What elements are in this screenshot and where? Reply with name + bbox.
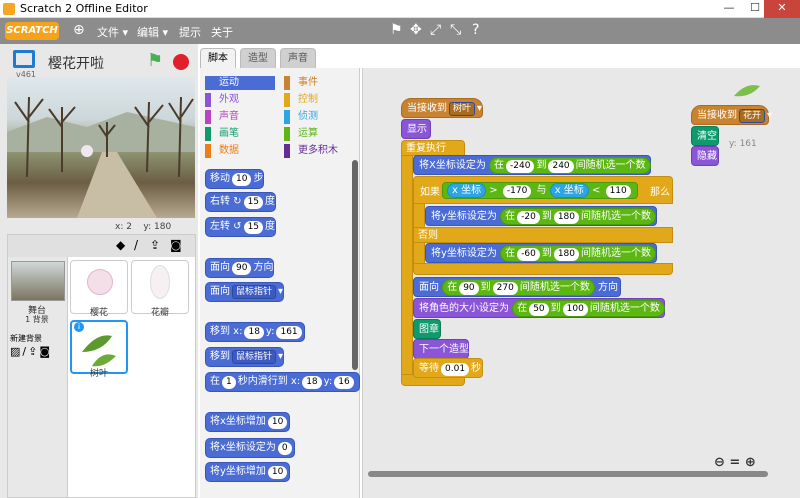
- project-name[interactable]: 樱花开啦: [48, 53, 104, 73]
- camera-icon[interactable]: ◙: [170, 238, 182, 252]
- if-else-bottom: [413, 263, 673, 275]
- block-change-y[interactable]: 将y坐标增加 10: [205, 462, 291, 482]
- category-1[interactable]: 事件: [284, 76, 354, 90]
- block-turn-right[interactable]: 右转 ↻ 15 度: [205, 192, 277, 212]
- forever-top[interactable]: 重复执行: [401, 140, 465, 156]
- block-goto-target[interactable]: 移到 鼠标指针 ▾: [205, 347, 285, 367]
- brush-icon[interactable]: /: [134, 238, 138, 252]
- stage-canvas[interactable]: [7, 77, 195, 218]
- sprite-name-petal: 花瓣: [150, 308, 169, 318]
- tab-sounds[interactable]: 声音: [280, 48, 316, 68]
- paint-bucket-icon[interactable]: ◆: [116, 238, 125, 252]
- sprite-pane: ◆ / ⇪ ◙ 舞台 1 背景 新建背景 ▨/⇪◙ 樱花 花瓣 i 树叶: [7, 234, 196, 498]
- globe-icon[interactable]: ⊕: [73, 22, 85, 38]
- category-0[interactable]: 运动: [205, 76, 275, 90]
- block-next-costume[interactable]: 下一个造型: [413, 339, 469, 359]
- stage-thumbnail[interactable]: [11, 261, 65, 301]
- block-set-size-random[interactable]: 将角色的大小设定为 在 50 到 100 间随机选一个数: [413, 298, 665, 318]
- green-flag-icon[interactable]: ⚑: [147, 50, 163, 71]
- sprite-name-leaf: 树叶: [89, 369, 108, 379]
- category-8[interactable]: 数据: [205, 144, 275, 158]
- block-set-y-random-1[interactable]: 将y坐标设定为 在 -20 到 180 间随机选一个数: [425, 206, 657, 226]
- shrink-tool-icon[interactable]: ⤡: [450, 22, 461, 38]
- fullscreen-icon[interactable]: [13, 50, 35, 68]
- palette-scrollbar[interactable]: [352, 160, 358, 370]
- sprite-y-readout: y: 161: [729, 139, 757, 149]
- hat-when-receive-leaf[interactable]: 当接收到 树叶 ▾: [401, 98, 483, 118]
- block-goto-xy[interactable]: 移到 x: 18 y: 161: [205, 322, 305, 342]
- grow-tool-icon[interactable]: ⤢: [430, 22, 441, 38]
- block-set-x[interactable]: 将x坐标设定为 0: [205, 438, 295, 458]
- block-point-random[interactable]: 面向 在 90 到 270 间随机选一个数 方向: [413, 277, 621, 297]
- tab-scripts[interactable]: 脚本: [200, 48, 236, 68]
- menu-tips[interactable]: 提示: [179, 24, 201, 40]
- block-show[interactable]: 显示: [401, 119, 431, 139]
- menu-edit[interactable]: 编辑 ▾: [137, 24, 168, 40]
- window-title: Scratch 2 Offline Editor: [20, 2, 148, 15]
- leaf-decoration-icon: [734, 85, 760, 97]
- if-arm: [413, 203, 425, 228]
- block-glide[interactable]: 在 1 秒内滑行到 x: 18 y: 16: [205, 372, 360, 392]
- minimize-button[interactable]: —: [716, 0, 742, 18]
- category-3[interactable]: 控制: [284, 93, 354, 107]
- category-5[interactable]: 侦测: [284, 110, 354, 124]
- else-bar: 否则: [413, 227, 673, 243]
- hat-when-receive-blossom[interactable]: 当接收到 花开 ▾: [691, 105, 772, 125]
- backdrop-count: 1 背景: [25, 315, 49, 324]
- petal-thumbnail: [150, 265, 170, 299]
- block-wait[interactable]: 等待 0.01 秒: [413, 358, 483, 378]
- sprite-pane-header: ◆ / ⇪ ◙: [8, 235, 195, 257]
- sprite-name-blossom: 樱花: [89, 308, 108, 318]
- menu-bar: SCRATCH ⊕ 文件 ▾ 编辑 ▾ 提示 关于 ⚑ ✥ ⤢ ⤡ ?: [0, 18, 800, 44]
- cut-tool-icon[interactable]: ✥: [410, 22, 422, 38]
- info-icon[interactable]: i: [74, 322, 84, 332]
- category-9[interactable]: 更多积木: [284, 144, 354, 158]
- else-arm: [413, 242, 425, 264]
- stage-scene: [7, 96, 195, 218]
- category-7[interactable]: 运算: [284, 127, 354, 141]
- block-clear[interactable]: 清空: [691, 126, 719, 146]
- scratch-logo[interactable]: SCRATCH: [5, 22, 59, 40]
- title-bar: Scratch 2 Offline Editor — ☐ ✕: [0, 0, 800, 18]
- upload-icon[interactable]: ⇪: [150, 238, 160, 252]
- app-icon: [3, 3, 15, 15]
- block-stamp[interactable]: 图章: [413, 319, 441, 339]
- close-button[interactable]: ✕: [764, 0, 800, 18]
- forever-arm: [401, 155, 413, 375]
- block-move[interactable]: 移动 10 步: [205, 169, 265, 189]
- block-turn-left[interactable]: 左转 ↺ 15 度: [205, 217, 277, 237]
- menu-file[interactable]: 文件 ▾: [97, 24, 128, 40]
- menu-about[interactable]: 关于: [211, 24, 233, 40]
- block-point-direction[interactable]: 面向 90 方向: [205, 258, 275, 278]
- block-change-x[interactable]: 将x坐标增加 10: [205, 412, 291, 432]
- zoom-controls[interactable]: ⊖ = ⊕: [714, 455, 756, 470]
- block-set-y-random-2[interactable]: 将y坐标设定为 在 -60 到 180 间随机选一个数: [425, 243, 657, 263]
- help-icon[interactable]: ?: [472, 22, 479, 38]
- mouse-coordinates: x: 2 y: 180: [115, 222, 172, 232]
- block-hide[interactable]: 隐藏: [691, 146, 719, 166]
- blossom-thumbnail: [87, 269, 113, 295]
- category-2[interactable]: 外观: [205, 93, 275, 107]
- stamp-tool-icon[interactable]: ⚑: [390, 22, 403, 38]
- category-4[interactable]: 声音: [205, 110, 275, 124]
- new-backdrop-label: 新建背景: [10, 334, 42, 343]
- blossom-sprite: [81, 145, 93, 157]
- if-else-top[interactable]: 如果 x 坐标 > -170 与 x 坐标 < 110 那么: [413, 176, 673, 204]
- script-scrollbar[interactable]: [368, 471, 768, 477]
- category-6[interactable]: 画笔: [205, 127, 275, 141]
- stop-icon[interactable]: [173, 54, 189, 70]
- block-set-x-random[interactable]: 将X坐标设定为 在 -240 到 240 间随机选一个数: [413, 155, 651, 175]
- block-palette: 运动 事件 外观 控制 声音 侦测 画笔 运算 数据 更多积木 移动 10 步 右转 ↻ 15 度 左转 …: [200, 68, 360, 498]
- tab-costumes[interactable]: 造型: [240, 48, 276, 68]
- new-backdrop-icons[interactable]: ▨/⇪◙: [10, 345, 52, 358]
- block-point-towards[interactable]: 面向 鼠标指针 ▾: [205, 282, 285, 302]
